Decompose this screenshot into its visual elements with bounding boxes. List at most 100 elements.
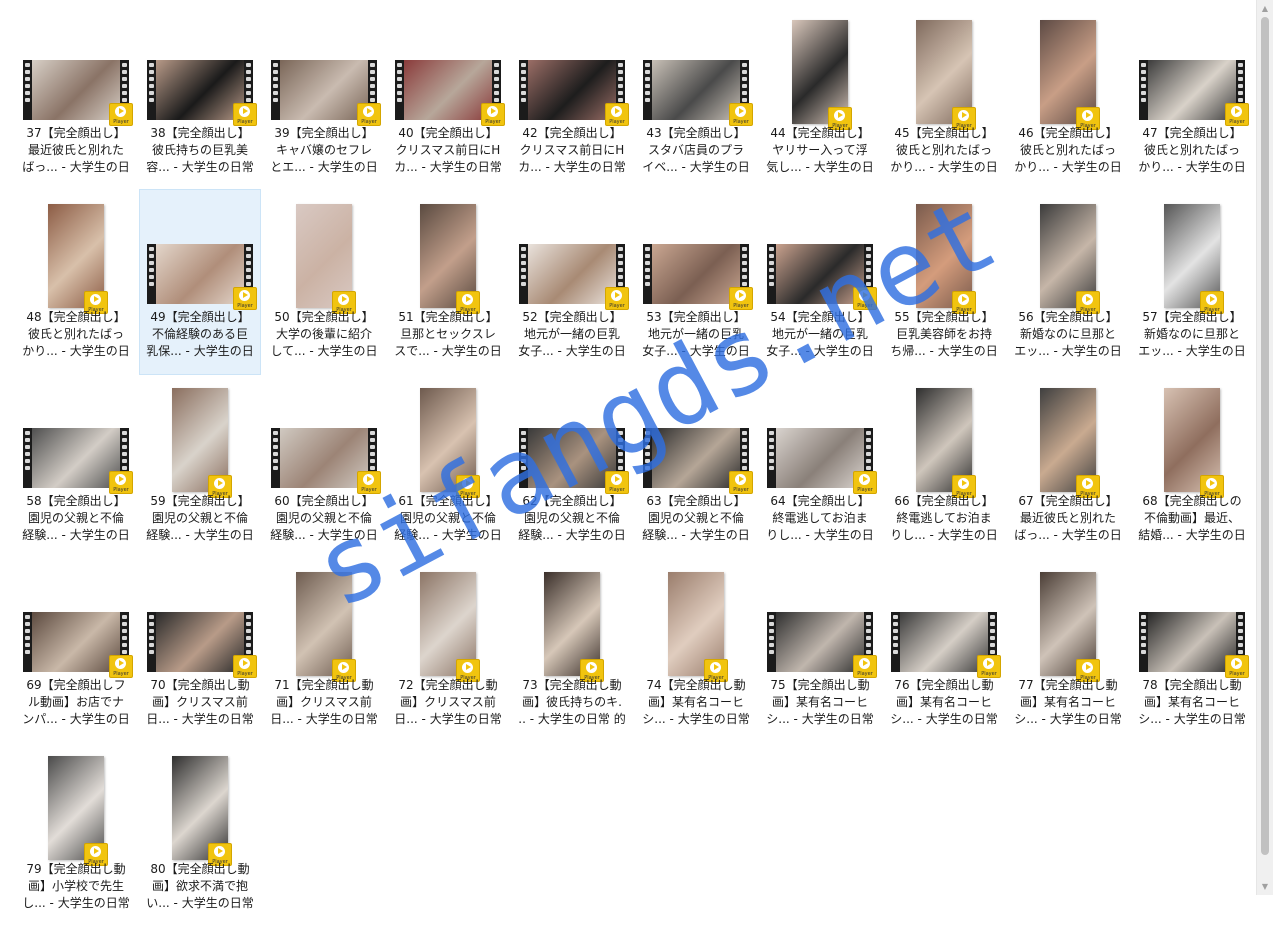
file-item[interactable]: Player54【完全顔出し】地元が一緒の巨乳女子... - 大学生の日常 的私…: [760, 190, 880, 374]
file-item[interactable]: Player61【完全顔出し】園児の父親と不倫経験... - 大学生の日常 的私…: [388, 374, 508, 558]
video-thumbnail[interactable]: Player: [643, 428, 753, 494]
file-item[interactable]: Player78【完全顔出し動画】某有名コーヒシ... - 大学生の日常的私人S…: [1132, 558, 1252, 742]
thumbnail-container: Player: [512, 558, 632, 682]
file-item[interactable]: Player 80【完全顔出し動 画】欲求不満で抱 い... - 大学生の日常: [140, 742, 260, 926]
video-thumbnail[interactable]: Player: [1040, 572, 1100, 682]
video-thumbnail[interactable]: Player: [147, 612, 257, 678]
video-thumbnail[interactable]: Player: [643, 60, 753, 126]
file-item[interactable]: Player71【完全顔出し動画】クリスマス前日... - 大学生の日常的私人S…: [264, 558, 384, 742]
file-name-line: 常 的私人SNS - ...: [1134, 176, 1250, 177]
file-item[interactable]: Player50【完全顔出し】大学の後輩に紹介して... - 大学生の日常 的私…: [264, 190, 384, 374]
scroll-down-icon[interactable]: ▼: [1257, 878, 1273, 895]
video-thumbnail[interactable]: Player: [916, 204, 976, 314]
file-name-line: 39【完全顔出し】: [274, 126, 374, 140]
file-item[interactable]: Player37【完全顔出し】最近彼氏と別れたばっ... - 大学生の日常 的私…: [16, 6, 136, 190]
video-thumbnail[interactable]: Player: [271, 60, 381, 126]
file-item[interactable]: Player49【完全顔出し】不倫経験のある巨乳保... - 大学生の日常 的私…: [139, 189, 261, 375]
vertical-scrollbar[interactable]: ▲ ▼: [1256, 0, 1273, 895]
video-thumbnail[interactable]: Player: [23, 612, 133, 678]
file-item[interactable]: Player59【完全顔出し】園児の父親と不倫経験... - 大学生の日常 的私…: [140, 374, 260, 558]
file-item[interactable]: Player38【完全顔出し】彼氏持ちの巨乳美容... - 大学生の日常的私人S…: [140, 6, 260, 190]
file-item[interactable]: Player72【完全顔出し動画】クリスマス前日... - 大学生の日常的私人S…: [388, 558, 508, 742]
video-thumbnail[interactable]: Player: [172, 756, 232, 866]
file-name-label: 45【完全顔出し】彼氏と別れたばっかり... - 大学生の日常 的私人SNS -…: [886, 125, 1002, 177]
video-thumbnail[interactable]: Player: [519, 428, 629, 494]
video-thumbnail[interactable]: Player: [48, 756, 108, 866]
video-thumbnail[interactable]: Player: [23, 428, 133, 494]
file-item[interactable]: Player55【完全顔出し】巨乳美容師をお持ち帰... - 大学生の日常 的私…: [884, 190, 1004, 374]
file-item[interactable]: Player39【完全顔出し】キャバ嬢のセフレとエ... - 大学生の日常 的私…: [264, 6, 384, 190]
file-item[interactable]: Player46【完全顔出し】彼氏と別れたばっかり... - 大学生の日常 的私…: [1008, 6, 1128, 190]
video-thumbnail[interactable]: Player: [668, 572, 728, 682]
file-item[interactable]: Player45【完全顔出し】彼氏と別れたばっかり... - 大学生の日常 的私…: [884, 6, 1004, 190]
file-item[interactable]: Player48【完全顔出し】彼氏と別れたばっかり... - 大学生の日常 的私…: [16, 190, 136, 374]
video-thumbnail[interactable]: Player: [519, 244, 629, 310]
file-item[interactable]: Player56【完全顔出し】新婚なのに旦那とエッ... - 大学生の日常 的私…: [1008, 190, 1128, 374]
file-item[interactable]: Player76【完全顔出し動画】某有名コーヒシ... - 大学生の日常的私人S…: [884, 558, 1004, 742]
video-thumbnail[interactable]: Player: [1139, 612, 1249, 678]
video-thumbnail[interactable]: Player: [1040, 20, 1100, 130]
video-thumbnail[interactable]: Player: [916, 388, 976, 498]
thumbnail-container: Player: [140, 558, 260, 678]
video-thumbnail[interactable]: Player: [172, 388, 232, 498]
file-item[interactable]: Player60【完全顔出し】園児の父親と不倫経験... - 大学生の日常 的私…: [264, 374, 384, 558]
video-thumbnail[interactable]: Player: [767, 428, 877, 494]
file-item[interactable]: Player73【完全顔出し動画】彼氏持ちのキ. .. - 大学生の日常 的私人S…: [512, 558, 632, 742]
video-thumbnail[interactable]: Player: [792, 20, 852, 130]
file-item[interactable]: Player51【完全顔出し】旦那とセックスレスで... - 大学生の日常 的私…: [388, 190, 508, 374]
video-thumbnail[interactable]: Player: [1139, 60, 1249, 126]
video-thumbnail[interactable]: Player: [420, 204, 480, 314]
scroll-thumb[interactable]: [1261, 17, 1269, 855]
file-item[interactable]: Player67【完全顔出し】最近彼氏と別れたばっ... - 大学生の日常 的私…: [1008, 374, 1128, 558]
file-item[interactable]: Player43【完全顔出し】スタバ店員のプライベ... - 大学生の日常 的私…: [636, 6, 756, 190]
file-item[interactable]: Player62【完全顔出し】園児の父親と不倫経験... - 大学生の日常 的私…: [512, 374, 632, 558]
video-thumbnail[interactable]: Player: [147, 60, 257, 126]
video-thumbnail[interactable]: Player: [891, 612, 1001, 678]
file-item[interactable]: Player77【完全顔出し動画】某有名コーヒシ... - 大学生の日常的私人S…: [1008, 558, 1128, 742]
video-thumbnail[interactable]: Player: [767, 244, 877, 310]
video-thumbnail[interactable]: Player: [420, 388, 480, 498]
video-thumbnail[interactable]: Player: [395, 60, 505, 126]
film-strip-edge: [147, 60, 156, 120]
video-thumbnail[interactable]: Player: [420, 572, 480, 682]
file-name-line: 的私人SNS - myf...: [638, 728, 754, 729]
file-name-line: 女子... - 大学生の日: [642, 344, 750, 358]
file-item[interactable]: Player69【完全顔出しフル動画】お店でナンパ... - 大学生の日常 的私…: [16, 558, 136, 742]
video-thumbnail[interactable]: Player: [519, 60, 629, 126]
file-item[interactable]: Player63【完全顔出し】園児の父親と不倫経験... - 大学生の日常 的私…: [636, 374, 756, 558]
file-item[interactable]: Player64【完全顔出し】終電逃してお泊まりし... - 大学生の日常 的私…: [760, 374, 880, 558]
file-item[interactable]: Player 79【完全顔出し動 画】小学校で先生 し... - 大学生の日常: [16, 742, 136, 926]
video-thumbnail[interactable]: Player: [544, 572, 604, 682]
file-item[interactable]: Player40【完全顔出し】クリスマス前日にH カ... - 大学生の日常的私人…: [388, 6, 508, 190]
video-thumbnail[interactable]: Player: [1040, 388, 1100, 498]
file-item[interactable]: Player57【完全顔出し】新婚なのに旦那とエッ... - 大学生の日常 的私…: [1132, 190, 1252, 374]
video-thumbnail[interactable]: Player: [1164, 388, 1224, 498]
file-item[interactable]: Player58【完全顔出し】園児の父親と不倫経験... - 大学生の日常 的私…: [16, 374, 136, 558]
file-item[interactable]: Player44【完全顔出し】ヤリサー入って浮気し... - 大学生の日常 的私…: [760, 6, 880, 190]
video-thumbnail[interactable]: Player: [643, 244, 753, 310]
file-item[interactable]: Player75【完全顔出し動画】某有名コーヒシ... - 大学生の日常的私人S…: [760, 558, 880, 742]
file-item[interactable]: Player53【完全顔出し】地元が一緒の巨乳女子... - 大学生の日常 的私…: [636, 190, 756, 374]
file-item[interactable]: Player52【完全顔出し】地元が一緒の巨乳女子... - 大学生の日常 的私…: [512, 190, 632, 374]
file-item[interactable]: Player42【完全顔出し】クリスマス前日にH カ... - 大学生の日常的私人…: [512, 6, 632, 190]
play-icon: [859, 290, 870, 301]
file-item[interactable]: Player70【完全顔出し動画】クリスマス前日... - 大学生の日常的私人S…: [140, 558, 260, 742]
video-thumbnail[interactable]: Player: [271, 428, 381, 494]
video-thumbnail[interactable]: Player: [48, 204, 108, 314]
video-thumbnail[interactable]: Player: [767, 612, 877, 678]
file-item[interactable]: Player47【完全顔出し】彼氏と別れたばっかり... - 大学生の日常 的私…: [1132, 6, 1252, 190]
video-thumbnail[interactable]: Player: [23, 60, 133, 126]
video-thumbnail[interactable]: Player: [916, 20, 976, 130]
file-name-line: 47【完全顔出し】: [1142, 126, 1242, 140]
scroll-up-icon[interactable]: ▲: [1257, 0, 1273, 17]
video-thumbnail[interactable]: Player: [296, 572, 356, 682]
file-item[interactable]: Player66【完全顔出し】終電逃してお泊まりし... - 大学生の日常 的私…: [884, 374, 1004, 558]
video-thumbnail[interactable]: Player: [1164, 204, 1224, 314]
file-item[interactable]: Player68【完全顔出しの不倫動画】最近、結婚... - 大学生の日常 的私…: [1132, 374, 1252, 558]
video-thumbnail[interactable]: Player: [1040, 204, 1100, 314]
video-thumbnail[interactable]: Player: [296, 204, 356, 314]
file-item[interactable]: Player74【完全顔出し動画】某有名コーヒシ... - 大学生の日常的私人S…: [636, 558, 756, 742]
video-thumbnail[interactable]: Player: [147, 244, 257, 310]
play-icon: [1082, 110, 1093, 121]
file-name-line: 58【完全顔出し】: [26, 494, 126, 508]
